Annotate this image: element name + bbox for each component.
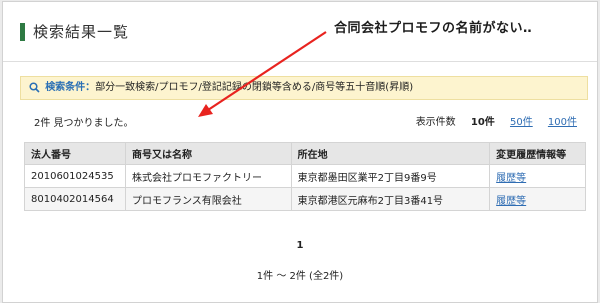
column-header-history: 変更履歴情報等: [489, 142, 586, 165]
annotation-text: 合同会社プロモフの名前がない‥: [334, 21, 533, 36]
pagination-summary: 1件 ～ 2件 (全2件): [256, 271, 344, 282]
pagination-current-page[interactable]: 1: [3, 240, 597, 251]
history-cell: 履歴等: [489, 187, 586, 211]
column-header-address: 所在地: [290, 142, 491, 165]
history-cell: 履歴等: [489, 164, 586, 188]
title-accent-bar: [20, 23, 25, 41]
result-count: 2件 見つかりました。: [34, 118, 134, 129]
table-row: 2010601024535 株式会社プロモファクトリー 東京都墨田区業平2丁目9…: [24, 164, 586, 188]
table-row: 8010402014564 プロモフランス有限会社 東京都港区元麻布2丁目3番4…: [24, 187, 586, 211]
per-page-option-100[interactable]: 100件: [548, 117, 577, 128]
column-header-number: 法人番号: [24, 142, 126, 165]
results-panel: 検索結果一覧 検索条件：部分一致検索/プロモフ/登記記録の閉鎖等含める/商号等五…: [2, 1, 598, 303]
conditions-label: 検索条件：: [45, 82, 96, 93]
search-conditions-bar: 検索条件：部分一致検索/プロモフ/登記記録の閉鎖等含める/商号等五十音順(昇順): [20, 76, 588, 100]
per-page-option-10: 10件: [470, 117, 495, 128]
search-icon: [29, 81, 40, 93]
company-name-cell: プロモフランス有限会社: [124, 187, 292, 211]
conditions-text: 部分一致検索/プロモフ/登記記録の閉鎖等含める/商号等五十音順(昇順): [95, 82, 414, 93]
history-link[interactable]: 履歴等: [496, 196, 526, 207]
company-name-cell: 株式会社プロモファクトリー: [124, 164, 292, 188]
per-page-label: 表示件数: [415, 117, 456, 128]
results-table: 法人番号 商号又は名称 所在地 変更履歴情報等 2010601024535 株式…: [24, 142, 586, 211]
corporate-number-cell: 2010601024535: [24, 164, 126, 188]
per-page-option-50[interactable]: 50件: [510, 117, 533, 128]
column-header-name: 商号又は名称: [124, 142, 292, 165]
per-page-selector: 表示件数 10件 50件 100件: [404, 113, 577, 128]
address-cell: 東京都港区元麻布2丁目3番41号: [290, 187, 491, 211]
page-title: 検索結果一覧: [33, 23, 130, 41]
table-header-row: 法人番号 商号又は名称 所在地 変更履歴情報等: [24, 142, 586, 165]
corporate-number-cell: 8010402014564: [24, 187, 126, 211]
address-cell: 東京都墨田区業平2丁目9番9号: [290, 164, 491, 188]
history-link[interactable]: 履歴等: [496, 173, 526, 184]
